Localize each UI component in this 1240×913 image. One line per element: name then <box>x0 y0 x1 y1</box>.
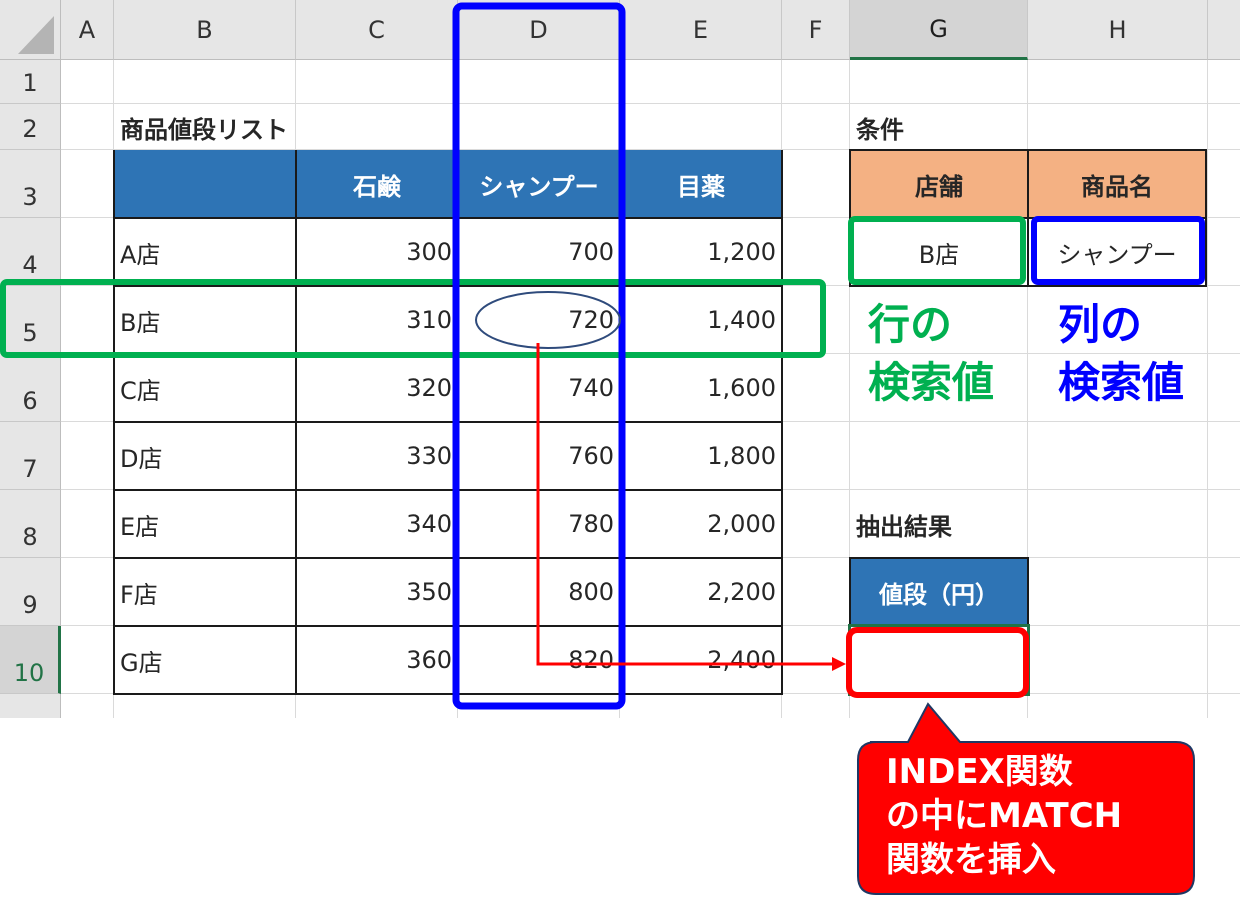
table-cell-shampoo[interactable]: 760 <box>458 422 620 490</box>
table-cell-soap[interactable]: 360 <box>296 626 458 694</box>
table-cell-store[interactable]: G店 <box>114 626 296 694</box>
table-cell-soap[interactable]: 300 <box>296 218 458 286</box>
conditions-title[interactable]: 条件 <box>850 104 910 150</box>
column-lookup-label-line2: 検索値 <box>1058 358 1185 407</box>
column-lookup-label: 列の 検索値 <box>1058 296 1240 412</box>
column-header-c[interactable]: C <box>296 0 458 60</box>
conditions-store-value[interactable]: B店 <box>850 218 1028 286</box>
table-cell-store[interactable]: D店 <box>114 422 296 490</box>
conditions-product-header[interactable]: 商品名 <box>1028 150 1206 218</box>
row-header-4[interactable]: 4 <box>0 218 61 286</box>
select-all-triangle-icon <box>18 16 54 54</box>
conditions-store-header[interactable]: 店舗 <box>850 150 1028 218</box>
row-header-empty <box>0 694 61 718</box>
table-header-soap[interactable]: 石鹸 <box>296 150 458 218</box>
table-cell-eyedrops[interactable]: 2,200 <box>620 558 782 626</box>
table-title[interactable]: 商品値段リスト <box>114 104 294 150</box>
row-header-1[interactable]: 1 <box>0 60 61 104</box>
column-header-h[interactable]: H <box>1028 0 1208 60</box>
table-cell-shampoo[interactable]: 740 <box>458 354 620 422</box>
table-cell-eyedrops[interactable]: 1,800 <box>620 422 782 490</box>
column-header-g[interactable]: G <box>850 0 1028 60</box>
table-cell-shampoo[interactable]: 800 <box>458 558 620 626</box>
column-header-d[interactable]: D <box>458 0 620 60</box>
select-all-button[interactable] <box>0 0 61 60</box>
table-cell-eyedrops[interactable]: 1,400 <box>620 286 782 354</box>
active-cell-outline <box>848 624 1030 696</box>
table-header-eyedrops[interactable]: 目薬 <box>620 150 782 218</box>
column-header-e[interactable]: E <box>620 0 782 60</box>
result-title[interactable]: 抽出結果 <box>850 490 958 558</box>
table-cell-soap[interactable]: 350 <box>296 558 458 626</box>
table-header-shampoo[interactable]: シャンプー <box>458 150 620 218</box>
table-cell-shampoo[interactable]: 720 <box>458 286 620 354</box>
conditions-product-value[interactable]: シャンプー <box>1028 218 1206 286</box>
column-header-b[interactable]: B <box>114 0 296 60</box>
table-cell-store[interactable]: E店 <box>114 490 296 558</box>
table-cell-eyedrops[interactable]: 1,200 <box>620 218 782 286</box>
row-header-5[interactable]: 5 <box>0 286 61 354</box>
callout-line3: 関数を挿入 <box>886 840 1056 880</box>
column-lookup-label-line1: 列の <box>1058 300 1143 349</box>
table-cell-eyedrops[interactable]: 2,000 <box>620 490 782 558</box>
row-header-6[interactable]: 6 <box>0 354 61 422</box>
callout-line1: INDEX関数 <box>886 752 1073 792</box>
table-cell-eyedrops[interactable]: 2,400 <box>620 626 782 694</box>
column-header-a[interactable]: A <box>61 0 114 60</box>
row-header-9[interactable]: 9 <box>0 558 61 626</box>
table-cell-store[interactable]: B店 <box>114 286 296 354</box>
table-cell-store[interactable]: A店 <box>114 218 296 286</box>
callout-bubble: INDEX関数 の中にMATCH 関数を挿入 <box>886 750 1186 882</box>
spreadsheet-grid: A B C D E F G H 1 2 3 4 5 6 7 8 9 10 商品値… <box>0 0 1240 718</box>
column-header-f[interactable]: F <box>782 0 850 60</box>
table-cell-store[interactable]: F店 <box>114 558 296 626</box>
row-header-2[interactable]: 2 <box>0 104 61 150</box>
row-header-7[interactable]: 7 <box>0 422 61 490</box>
table-cell-shampoo[interactable]: 700 <box>458 218 620 286</box>
row-lookup-label-line1: 行の <box>868 300 953 349</box>
table-cell-soap[interactable]: 330 <box>296 422 458 490</box>
table-cell-store[interactable]: C店 <box>114 354 296 422</box>
row-lookup-label-line2: 検索値 <box>868 358 995 407</box>
row-header-3[interactable]: 3 <box>0 150 61 218</box>
table-cell-soap[interactable]: 310 <box>296 286 458 354</box>
callout-line2: の中にMATCH <box>886 796 1123 836</box>
table-cell-soap[interactable]: 320 <box>296 354 458 422</box>
table-cell-shampoo[interactable]: 780 <box>458 490 620 558</box>
row-lookup-label: 行の 検索値 <box>868 296 1038 412</box>
row-header-10[interactable]: 10 <box>0 626 61 694</box>
table-cell-soap[interactable]: 340 <box>296 490 458 558</box>
table-cell-eyedrops[interactable]: 1,600 <box>620 354 782 422</box>
row-header-8[interactable]: 8 <box>0 490 61 558</box>
table-cell-shampoo[interactable]: 820 <box>458 626 620 694</box>
column-header-empty <box>1208 0 1240 60</box>
result-price-header[interactable]: 値段（円） <box>850 558 1028 626</box>
table-header-corner[interactable] <box>114 150 296 218</box>
